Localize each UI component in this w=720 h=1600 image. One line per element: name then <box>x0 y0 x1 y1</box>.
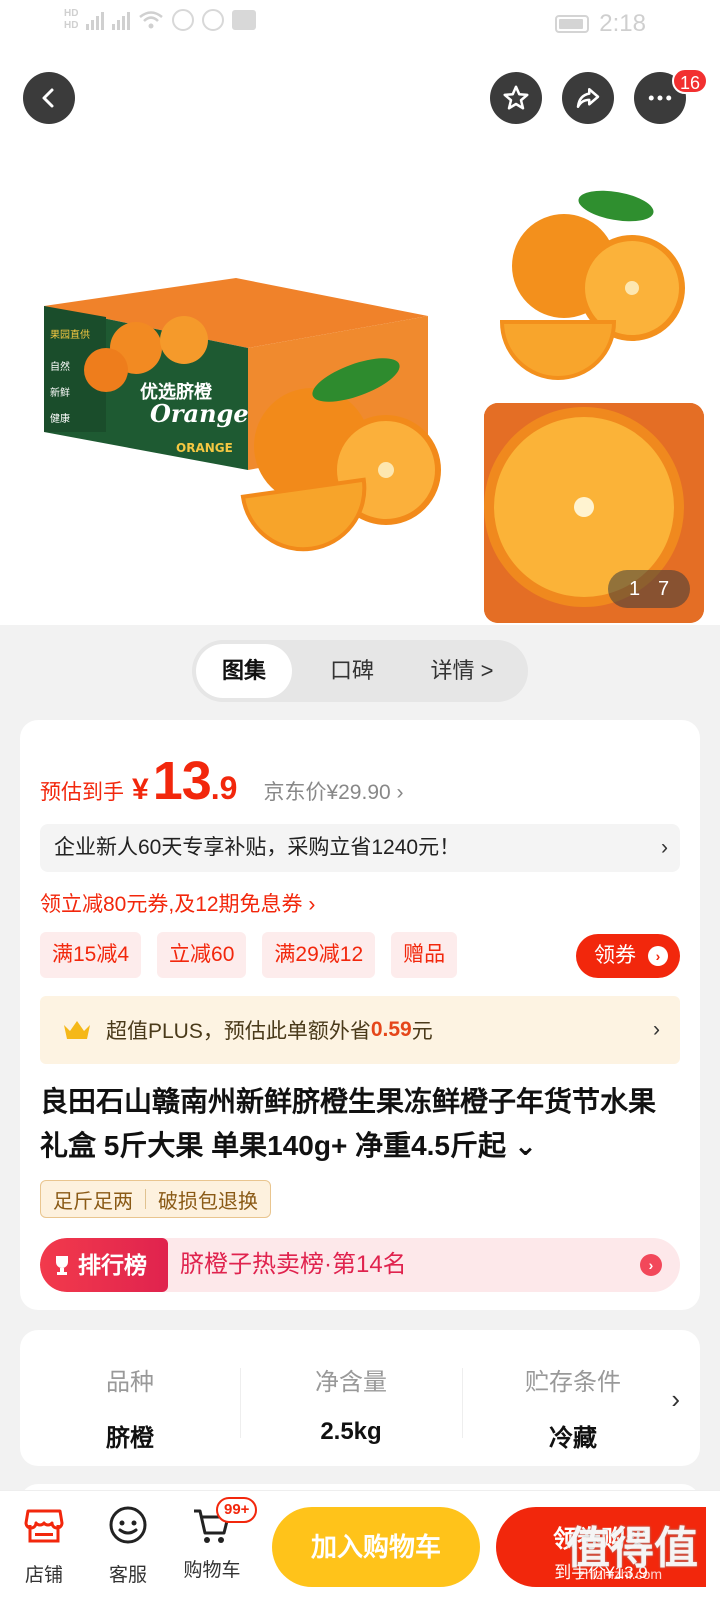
box-label-en: Orange <box>150 399 249 428</box>
cart-button[interactable]: 99+ 购物车 <box>172 1497 258 1582</box>
jd-price[interactable]: 京东价¥29.90 › <box>263 776 403 806</box>
plus-suffix: 元 <box>411 1020 433 1043</box>
promo-tag: 立减60 <box>157 932 247 978</box>
trophy-icon <box>56 1256 68 1275</box>
cart-count-badge: 99+ <box>216 1497 258 1523</box>
chevron-right-icon: › <box>671 1384 680 1414</box>
ranking-badge: 排行榜 <box>40 1238 168 1292</box>
product-title[interactable]: 良田石山赣南州新鲜脐橙生果冻鲜橙子年货节水果礼盒 5斤大果 单果140g+ 净重… <box>40 1080 680 1168</box>
plus-amount: 0.59 <box>370 1018 412 1041</box>
price-integer: 13 <box>152 751 212 811</box>
main-product-image[interactable]: 优选脐橙 Orange ORANGE 果园直供 自然 新鲜 健康 <box>16 170 472 622</box>
ranking-badge-label: 排行榜 <box>78 1252 147 1278</box>
message-icon <box>172 9 195 31</box>
feature-tags: 足斤足两 破损包退换 <box>40 1180 271 1218</box>
promo-tag: 满15减4 <box>40 932 142 978</box>
status-left: HD HD <box>64 8 257 32</box>
shop-button[interactable]: 店铺 <box>4 1503 84 1587</box>
enterprise-subsidy-banner[interactable]: 企业新人60天专享补贴，采购立省1240元！ › <box>40 824 680 872</box>
share-button[interactable] <box>562 72 614 124</box>
wifi-icon <box>139 11 164 29</box>
cart-icon-wrap: 99+ <box>190 1497 258 1547</box>
counter-current: 1 <box>628 577 641 600</box>
image-counter: 1 7 <box>608 570 690 608</box>
spec-value: 脐橙 <box>106 1425 154 1452</box>
orange-fruit-image <box>499 190 685 380</box>
product-header: 16 <box>0 50 720 170</box>
box-side-line: 自然 <box>50 360 70 373</box>
estimate-label: 预估到手 <box>40 781 124 804</box>
spec-name: 净含量 <box>315 1369 387 1396</box>
app-icon <box>202 9 225 31</box>
spec-storage: 贮存条件 冷藏 <box>463 1330 683 1466</box>
box-side-line: 新鲜 <box>50 386 70 399</box>
cart-label: 购物车 <box>183 1560 241 1581</box>
spec-name: 贮存条件 <box>525 1369 621 1396</box>
get-coupon-label: 领券 <box>594 944 636 967</box>
spec-variety: 品种 脐橙 <box>20 1330 240 1466</box>
price-row: 预估到手 ¥ 13 .9 京东价¥29.90 › <box>40 750 404 812</box>
service-icon <box>109 1506 147 1544</box>
tab-gallery[interactable]: 图集 <box>196 644 292 698</box>
tab-details[interactable]: 详情 > <box>402 644 522 698</box>
spec-value: 2.5kg <box>320 1418 382 1445</box>
add-to-cart-button[interactable]: 加入购物车 <box>272 1507 480 1587</box>
image-gallery: 优选脐橙 Orange ORANGE 果园直供 自然 新鲜 健康 <box>0 170 720 625</box>
hd-indicator: HD HD <box>64 8 78 32</box>
mail-icon <box>232 10 257 30</box>
promo-tag: 满29减12 <box>262 932 376 978</box>
chevron-right-icon: › <box>661 836 668 859</box>
tab-reviews[interactable]: 口碑 <box>304 644 400 698</box>
feature-tag: 足斤足两 <box>53 1190 133 1213</box>
thumbnail-oranges[interactable] <box>484 170 704 390</box>
plus-text: 超值PLUS，预估此单额外省 <box>106 1020 371 1043</box>
media-tabs: 图集 口碑 详情 > <box>192 640 528 702</box>
favorite-button[interactable] <box>490 72 542 124</box>
battery-icon <box>555 15 590 33</box>
subsidy-text: 企业新人60天专享补贴，采购立省1240元！ <box>54 836 461 859</box>
specs-card[interactable]: 品种 脐橙 净含量 2.5kg 贮存条件 冷藏 › <box>20 1330 700 1466</box>
watermark-url: zhizhizhi.com <box>578 1566 663 1582</box>
share-icon <box>576 88 600 108</box>
orange-box-illustration: 优选脐橙 Orange ORANGE 果园直供 自然 新鲜 健康 <box>44 278 441 552</box>
product-info-card: 预估到手 ¥ 13 .9 京东价¥29.90 › 企业新人60天专享补贴，采购立… <box>20 720 700 1310</box>
more-icon <box>648 95 672 101</box>
signal-icon <box>112 10 131 30</box>
customer-service-button[interactable]: 客服 <box>88 1503 168 1587</box>
chevron-right-icon: › <box>640 1254 662 1276</box>
back-button[interactable] <box>23 72 75 124</box>
status-time: 2:18 <box>599 10 646 37</box>
back-icon <box>42 88 54 108</box>
shop-icon <box>24 1509 64 1543</box>
currency-symbol: ¥ <box>132 773 149 806</box>
hd-label: HD <box>64 20 79 31</box>
promo-tags: 满15减4 立减60 满29减12 赠品 <box>40 932 458 978</box>
star-icon <box>503 85 529 110</box>
promo-tag: 赠品 <box>391 932 458 978</box>
chevron-right-icon: › <box>648 946 668 966</box>
shop-label: 店铺 <box>24 1565 63 1586</box>
chevron-right-icon: › <box>653 1018 660 1041</box>
box-side-line: 果园直供 <box>50 328 90 341</box>
status-right: 2:18 <box>555 10 646 38</box>
get-coupon-button[interactable]: 领券 › <box>576 934 680 978</box>
spec-net-weight: 净含量 2.5kg <box>241 1330 461 1466</box>
box-brand: ORANGE <box>176 441 233 455</box>
hd-label: HD <box>64 8 79 19</box>
coupon-link[interactable]: 领立减80元券,及12期免息券 › <box>40 888 315 918</box>
box-side-line: 健康 <box>50 412 70 425</box>
plus-savings-bar[interactable]: 超值PLUS，预估此单额外省 0.59 元 › <box>40 996 680 1064</box>
spec-value: 冷藏 <box>549 1425 597 1452</box>
ranking-text: 脐橙子热卖榜·第14名 <box>180 1251 407 1278</box>
status-bar: HD HD 2:18 <box>0 0 720 50</box>
notification-badge: 16 <box>672 68 709 94</box>
ranking-bar[interactable]: 排行榜 脐橙子热卖榜·第14名 › <box>40 1238 680 1292</box>
crown-icon <box>64 1021 90 1039</box>
counter-total: 7 <box>657 577 670 600</box>
spec-name: 品种 <box>106 1369 154 1396</box>
service-label: 客服 <box>108 1565 147 1586</box>
signal-icon <box>86 10 105 30</box>
feature-tag: 破损包退换 <box>158 1190 258 1213</box>
price-decimal: .9 <box>210 770 238 806</box>
